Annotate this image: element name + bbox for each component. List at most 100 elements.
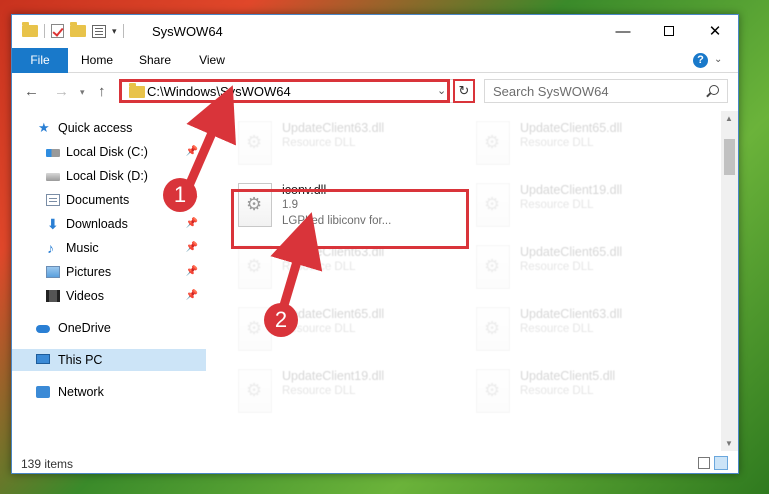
search-input[interactable] xyxy=(493,84,703,99)
back-arrow-icon[interactable]: ← xyxy=(24,83,39,100)
sidebar-item-downloads[interactable]: ⬇ Downloads 📌 xyxy=(12,213,206,235)
toolbar-divider xyxy=(44,24,45,38)
sidebar-item-videos[interactable]: Videos 📌 xyxy=(12,285,206,307)
customize-icon[interactable] xyxy=(92,24,106,38)
forward-arrow-icon[interactable]: → xyxy=(54,83,69,100)
maximize-icon xyxy=(664,26,674,36)
sidebar-item-label: This PC xyxy=(58,353,103,367)
downloads-icon: ⬇ xyxy=(47,216,59,232)
file-item[interactable]: UpdateClient19.dll Resource DLL xyxy=(234,363,464,419)
file-description: Resource DLL xyxy=(282,261,356,273)
sidebar-item-label: Downloads xyxy=(66,217,128,231)
pin-icon[interactable]: 📌 xyxy=(186,213,198,235)
scrollbar-thumb[interactable] xyxy=(724,139,735,175)
local-disk-icon xyxy=(46,173,60,181)
window-title: SysWOW64 xyxy=(152,24,223,39)
search-icon xyxy=(709,85,719,95)
file-item[interactable]: UpdateClient19.dll Resource DLL xyxy=(472,177,702,233)
file-description: Resource DLL xyxy=(282,385,356,397)
help-icon[interactable]: ? xyxy=(693,53,708,68)
music-icon: ♪ xyxy=(47,240,54,256)
properties-check-icon[interactable] xyxy=(51,24,64,38)
title-bar: ▾ SysWOW64 — ✕ xyxy=(12,15,738,47)
navigation-pane: ★ Quick access Local Disk (C:) 📌 Local D… xyxy=(12,111,206,451)
file-item[interactable]: UpdateClient65.dll Resource DLL xyxy=(472,115,702,171)
folder-icon xyxy=(22,22,38,37)
sidebar-item-label: Quick access xyxy=(58,121,133,135)
file-description: Resource DLL xyxy=(520,199,594,211)
pin-icon[interactable]: 📌 xyxy=(186,261,198,283)
file-description: Resource DLL xyxy=(520,385,594,397)
close-button[interactable]: ✕ xyxy=(692,15,738,47)
vertical-scrollbar[interactable]: ▲ ▼ xyxy=(721,111,738,451)
address-highlight-box xyxy=(119,79,450,103)
file-item[interactable]: UpdateClient63.dll Resource DLL xyxy=(234,115,464,171)
status-bar: 139 items xyxy=(12,451,738,475)
sidebar-item-this-pc[interactable]: This PC xyxy=(12,349,206,371)
explorer-window: ▾ SysWOW64 — ✕ File Home Share View ? ⌄ … xyxy=(11,14,739,474)
sidebar-item-music[interactable]: ♪ Music 📌 xyxy=(12,237,206,259)
local-disk-icon xyxy=(46,149,60,157)
pin-icon[interactable]: 📌 xyxy=(186,141,198,163)
pin-icon[interactable]: 📌 xyxy=(186,285,198,307)
pictures-icon xyxy=(46,266,60,278)
details-view-icon[interactable] xyxy=(698,457,710,469)
qat-dropdown-icon[interactable]: ▾ xyxy=(112,26,117,37)
file-name: UpdateClient65.dll xyxy=(520,245,623,259)
dll-file-icon xyxy=(238,121,272,165)
scroll-down-icon[interactable]: ▼ xyxy=(725,439,733,448)
refresh-button[interactable]: ↻ xyxy=(453,79,475,103)
tab-share[interactable]: Share xyxy=(130,48,180,73)
minimize-button[interactable]: — xyxy=(600,15,646,47)
tab-home[interactable]: Home xyxy=(74,48,120,73)
sidebar-item-quick-access[interactable]: ★ Quick access xyxy=(12,117,206,139)
dll-file-icon xyxy=(476,369,510,413)
sidebar-item-network[interactable]: Network xyxy=(12,381,206,403)
sidebar-item-label: OneDrive xyxy=(58,321,111,335)
maximize-button[interactable] xyxy=(646,15,692,47)
file-item[interactable]: UpdateClient63.dll Resource DLL xyxy=(472,301,702,357)
sidebar-item-pictures[interactable]: Pictures 📌 xyxy=(12,261,206,283)
file-description: Resource DLL xyxy=(520,261,594,273)
navigation-bar: ← → ▾ ↑ C:\Windows\SysWOW64 ⌄ ↻ xyxy=(12,74,738,110)
search-box[interactable] xyxy=(484,79,728,103)
file-item[interactable]: UpdateClient5.dll Resource DLL xyxy=(472,363,702,419)
sidebar-item-label: Local Disk (D:) xyxy=(66,169,148,183)
expand-ribbon-icon[interactable]: ⌄ xyxy=(714,54,730,68)
this-pc-icon xyxy=(36,354,50,364)
dll-file-icon xyxy=(476,121,510,165)
dll-file-icon xyxy=(238,245,272,289)
recent-locations-icon[interactable]: ▾ xyxy=(80,87,85,98)
file-description: Resource DLL xyxy=(520,137,594,149)
file-description: Resource DLL xyxy=(282,137,356,149)
sidebar-item-local-disk-c[interactable]: Local Disk (C:) 📌 xyxy=(12,141,206,163)
dll-file-icon xyxy=(238,369,272,413)
scroll-up-icon[interactable]: ▲ xyxy=(725,114,733,123)
item-count: 139 items xyxy=(21,457,74,471)
file-name: UpdateClient65.dll xyxy=(520,121,623,135)
new-folder-icon[interactable] xyxy=(70,22,86,37)
up-arrow-icon[interactable]: ↑ xyxy=(98,83,106,100)
pin-icon[interactable]: 📌 xyxy=(186,237,198,259)
sidebar-item-label: Network xyxy=(58,385,104,399)
star-icon: ★ xyxy=(38,120,50,135)
ribbon-tabs: File Home Share View ? ⌄ xyxy=(12,48,738,73)
tab-file[interactable]: File xyxy=(12,48,68,73)
sidebar-item-label: Documents xyxy=(66,193,130,207)
sidebar-item-label: Videos xyxy=(66,289,104,303)
file-name: UpdateClient19.dll xyxy=(282,369,385,383)
dll-file-icon xyxy=(476,183,510,227)
step-badge-2: 2 xyxy=(264,303,298,337)
sidebar-item-label: Local Disk (C:) xyxy=(66,145,148,159)
videos-icon xyxy=(46,290,60,302)
dll-file-icon xyxy=(476,307,510,351)
large-icons-view-icon[interactable] xyxy=(714,456,728,470)
file-name: UpdateClient19.dll xyxy=(520,183,623,197)
sidebar-item-onedrive[interactable]: OneDrive xyxy=(12,317,206,339)
file-item[interactable]: UpdateClient65.dll Resource DLL xyxy=(472,239,702,295)
sidebar-item-label: Music xyxy=(66,241,99,255)
onedrive-icon xyxy=(36,325,50,333)
dll-file-icon xyxy=(476,245,510,289)
file-name: UpdateClient5.dll xyxy=(520,369,616,383)
tab-view[interactable]: View xyxy=(190,48,234,73)
